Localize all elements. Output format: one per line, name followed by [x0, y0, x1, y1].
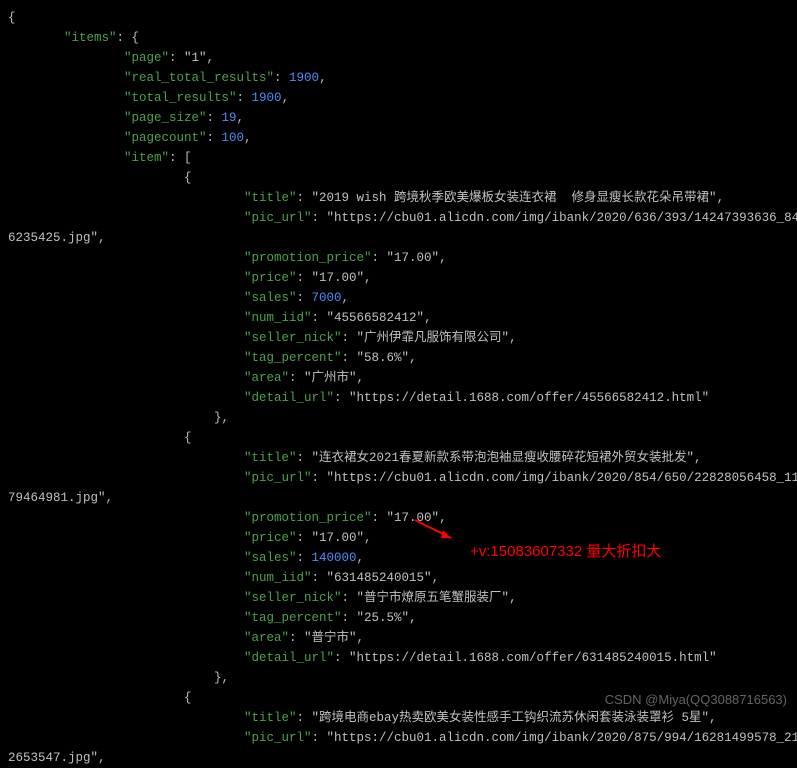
item1-sales: "sales": 7000,: [8, 288, 789, 308]
item1-pic-url: "pic_url": "https://cbu01.alicdn.com/img…: [8, 208, 789, 228]
item-close: },: [8, 668, 789, 688]
page-row: "page": "1",: [8, 48, 789, 68]
pagecount-row: "pagecount": 100,: [8, 128, 789, 148]
item3-pic-url-wrap: 2653547.jpg",: [8, 748, 789, 768]
page-size-row: "page_size": 19,: [8, 108, 789, 128]
item-array-open: "item": [: [8, 148, 789, 168]
item3-pic-url: "pic_url": "https://cbu01.alicdn.com/img…: [8, 728, 789, 748]
item1-seller-nick: "seller_nick": "广州伊霏凡服饰有限公司",: [8, 328, 789, 348]
total-results-row: "total_results": 1900,: [8, 88, 789, 108]
item-open: {: [8, 168, 789, 188]
item2-num-iid: "num_iid": "631485240015",: [8, 568, 789, 588]
item2-sales: "sales": 140000,: [8, 548, 789, 568]
item-open: {: [8, 428, 789, 448]
item2-pic-url-wrap: 79464981.jpg",: [8, 488, 789, 508]
item1-tag-percent: "tag_percent": "58.6%",: [8, 348, 789, 368]
item1-area: "area": "广州市",: [8, 368, 789, 388]
item2-price: "price": "17.00",: [8, 528, 789, 548]
item2-area: "area": "普宁市",: [8, 628, 789, 648]
item2-seller-nick: "seller_nick": "普宁市燎原五笔蟹服装厂",: [8, 588, 789, 608]
item2-promotion-price: "promotion_price": "17.00",: [8, 508, 789, 528]
item2-title: "title": "连衣裙女2021春夏新款系带泡泡袖显瘦收腰碎花短裙外贸女装批…: [8, 448, 789, 468]
item1-price: "price": "17.00",: [8, 268, 789, 288]
item1-pic-url-wrap: 6235425.jpg",: [8, 228, 789, 248]
item2-tag-percent: "tag_percent": "25.5%",: [8, 608, 789, 628]
item1-title: "title": "2019 wish 跨境秋季欧美爆板女装连衣裙 修身显瘦长款…: [8, 188, 789, 208]
item1-detail-url: "detail_url": "https://detail.1688.com/o…: [8, 388, 789, 408]
json-viewer: { "items": { "page": "1", "real_total_re…: [8, 8, 789, 768]
item3-title: "title": "跨境电商ebay热卖欧美女装性感手工钩织流苏休闲套装泳装罩衫…: [8, 708, 789, 728]
item-close: },: [8, 408, 789, 428]
item1-num-iid: "num_iid": "45566582412",: [8, 308, 789, 328]
item-open: {: [8, 688, 789, 708]
brace-open: {: [8, 8, 789, 28]
item2-pic-url: "pic_url": "https://cbu01.alicdn.com/img…: [8, 468, 789, 488]
real-total-results-row: "real_total_results": 1900,: [8, 68, 789, 88]
item1-promotion-price: "promotion_price": "17.00",: [8, 248, 789, 268]
item2-detail-url: "detail_url": "https://detail.1688.com/o…: [8, 648, 789, 668]
items-key: "items": {: [8, 28, 789, 48]
